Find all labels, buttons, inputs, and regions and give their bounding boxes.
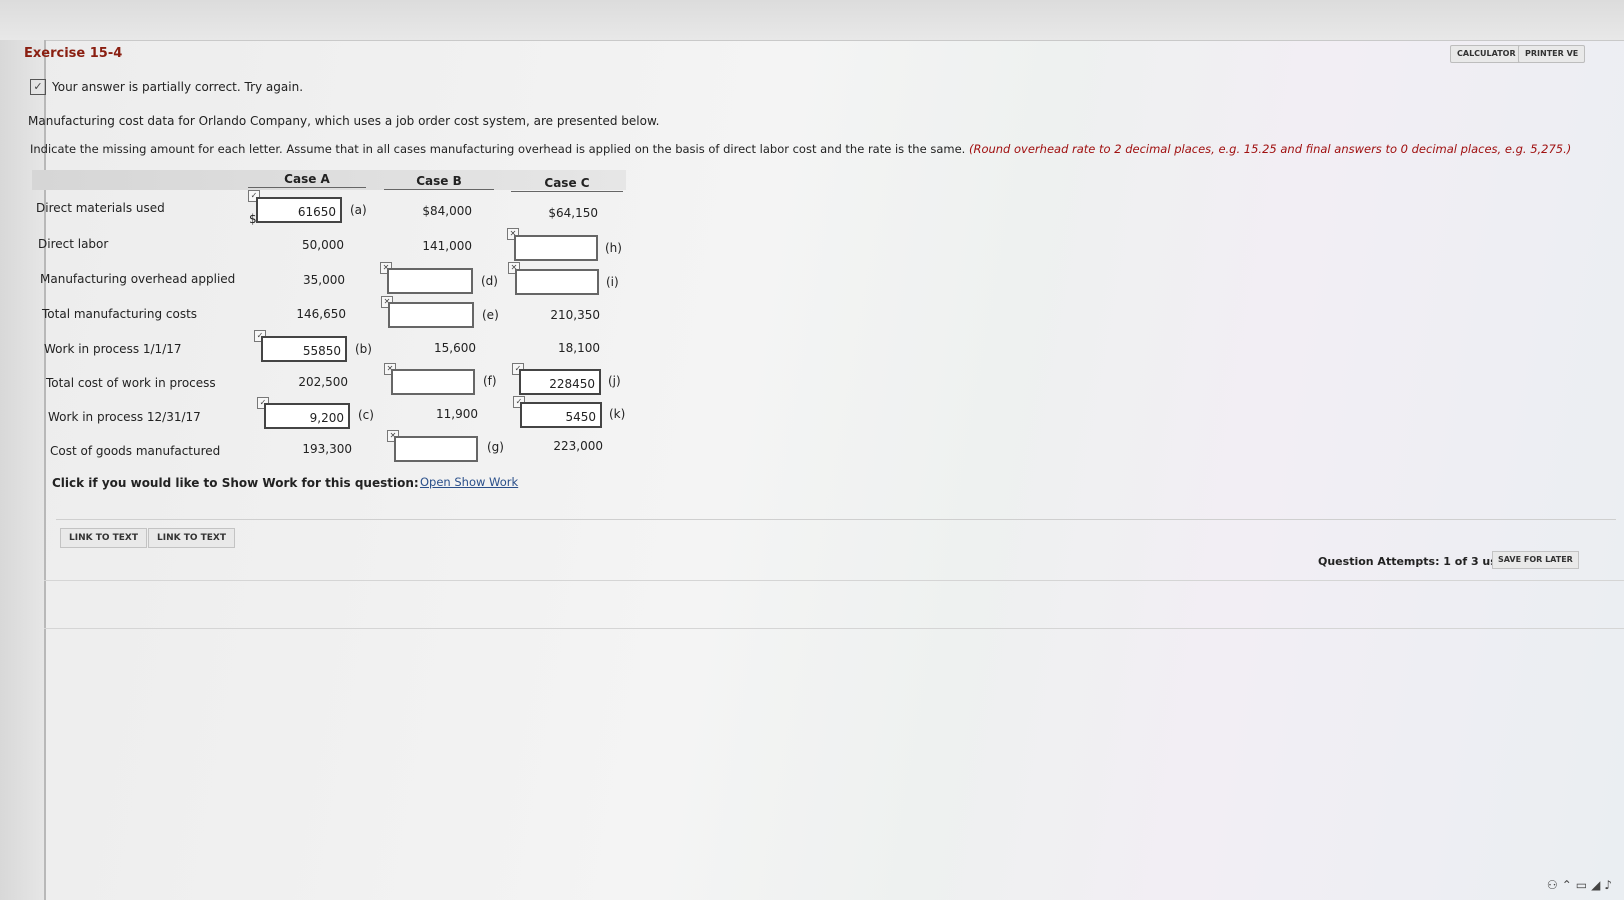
letter-d: (d) [481, 274, 498, 288]
answer-input-b[interactable]: 55850 [261, 336, 347, 362]
instructions: Indicate the missing amount for each let… [30, 142, 1571, 156]
case-a-cogm: 193,300 [302, 442, 352, 456]
answer-input-g[interactable] [394, 436, 478, 462]
answer-status: ✓ Your answer is partially correct. Try … [30, 79, 303, 95]
link-row: LINK TO TEXT LINK TO TEXT [56, 519, 1616, 556]
letter-c: (c) [358, 408, 374, 422]
volume-icon[interactable]: ♪ [1604, 878, 1616, 892]
printer-version-button[interactable]: PRINTER VE [1518, 45, 1586, 63]
answer-input-i[interactable] [515, 269, 599, 295]
case-c-wip-beginning: 18,100 [558, 341, 600, 355]
column-header-case-b: Case B [384, 174, 494, 190]
answer-input-d[interactable] [387, 268, 473, 294]
column-header-case-c: Case C [511, 176, 623, 192]
case-b-wip-ending: 11,900 [436, 407, 478, 421]
divider [44, 628, 1624, 629]
case-b-wip-beginning: 15,600 [434, 341, 476, 355]
show-work-prompt: Click if you would like to Show Work for… [52, 476, 419, 490]
letter-h: (h) [605, 241, 622, 255]
partial-correct-icon: ✓ [30, 79, 46, 95]
case-a-direct-labor: 50,000 [302, 238, 344, 252]
letter-e: (e) [482, 308, 499, 322]
letter-j: (j) [608, 374, 621, 388]
battery-icon[interactable]: ▭ [1576, 878, 1591, 892]
instructions-main: Indicate the missing amount for each let… [30, 142, 969, 156]
save-for-later-button[interactable]: SAVE FOR LATER [1492, 551, 1579, 569]
answer-input-a[interactable]: 61650 [256, 197, 342, 223]
divider [44, 580, 1624, 581]
letter-f: (f) [483, 374, 497, 388]
link-to-text-button-2[interactable]: LINK TO TEXT [148, 528, 236, 548]
answer-input-f[interactable] [391, 369, 475, 395]
person-icon: ⚇ [1546, 878, 1562, 892]
row-label-wip-beginning: Work in process 1/1/17 [44, 342, 182, 356]
left-rail [0, 40, 46, 900]
row-label-total-manufacturing: Total manufacturing costs [42, 307, 198, 321]
answer-input-j[interactable]: 228450 [519, 369, 601, 395]
answer-input-h[interactable] [514, 235, 598, 261]
row-label-direct-materials: Direct materials used [36, 201, 165, 215]
browser-top-band [0, 0, 1624, 41]
answer-input-c[interactable]: 9,200 [264, 403, 350, 429]
open-show-work-link[interactable]: Open Show Work [420, 475, 518, 489]
link-to-text-button-1[interactable]: LINK TO TEXT [60, 528, 148, 548]
status-text: Your answer is partially correct. Try ag… [52, 80, 304, 94]
letter-k: (k) [609, 407, 626, 421]
column-header-case-a: Case A [248, 172, 366, 188]
letter-i: (i) [606, 275, 619, 289]
row-label-wip-ending: Work in process 12/31/17 [48, 410, 201, 424]
instructions-note: (Round overhead rate to 2 decimal places… [968, 142, 1572, 156]
case-a-total-manufacturing: 146,650 [296, 307, 346, 321]
wifi-icon[interactable]: ◢ [1591, 878, 1604, 892]
row-label-total-wip: Total cost of work in process [46, 376, 216, 390]
row-label-cogm: Cost of goods manufactured [50, 444, 221, 458]
system-tray: ⚇⌃▭◢♪ [1547, 878, 1616, 892]
answer-input-k[interactable]: 5450 [520, 402, 602, 428]
answer-input-e[interactable] [388, 302, 474, 328]
case-c-cogm: 223,000 [553, 439, 603, 453]
case-a-total-wip: 202,500 [298, 375, 348, 389]
letter-b: (b) [355, 342, 372, 356]
case-c-direct-materials: $64,150 [548, 206, 598, 220]
letter-g: (g) [487, 440, 504, 454]
letter-a: (a) [350, 203, 367, 217]
chevron-up-icon[interactable]: ⌃ [1562, 878, 1576, 892]
case-b-direct-labor: 141,000 [422, 239, 472, 253]
calculator-button[interactable]: CALCULATOR [1450, 45, 1523, 63]
case-b-direct-materials: $84,000 [422, 204, 472, 218]
intro-text: Manufacturing cost data for Orlando Comp… [28, 114, 660, 128]
question-attempts: Question Attempts: 1 of 3 used [1318, 555, 1513, 568]
case-a-overhead: 35,000 [303, 273, 345, 287]
row-label-overhead: Manufacturing overhead applied [40, 272, 236, 286]
row-label-direct-labor: Direct labor [38, 237, 109, 251]
page-title: Exercise 15-4 [24, 46, 123, 61]
case-c-total-manufacturing: 210,350 [550, 308, 600, 322]
